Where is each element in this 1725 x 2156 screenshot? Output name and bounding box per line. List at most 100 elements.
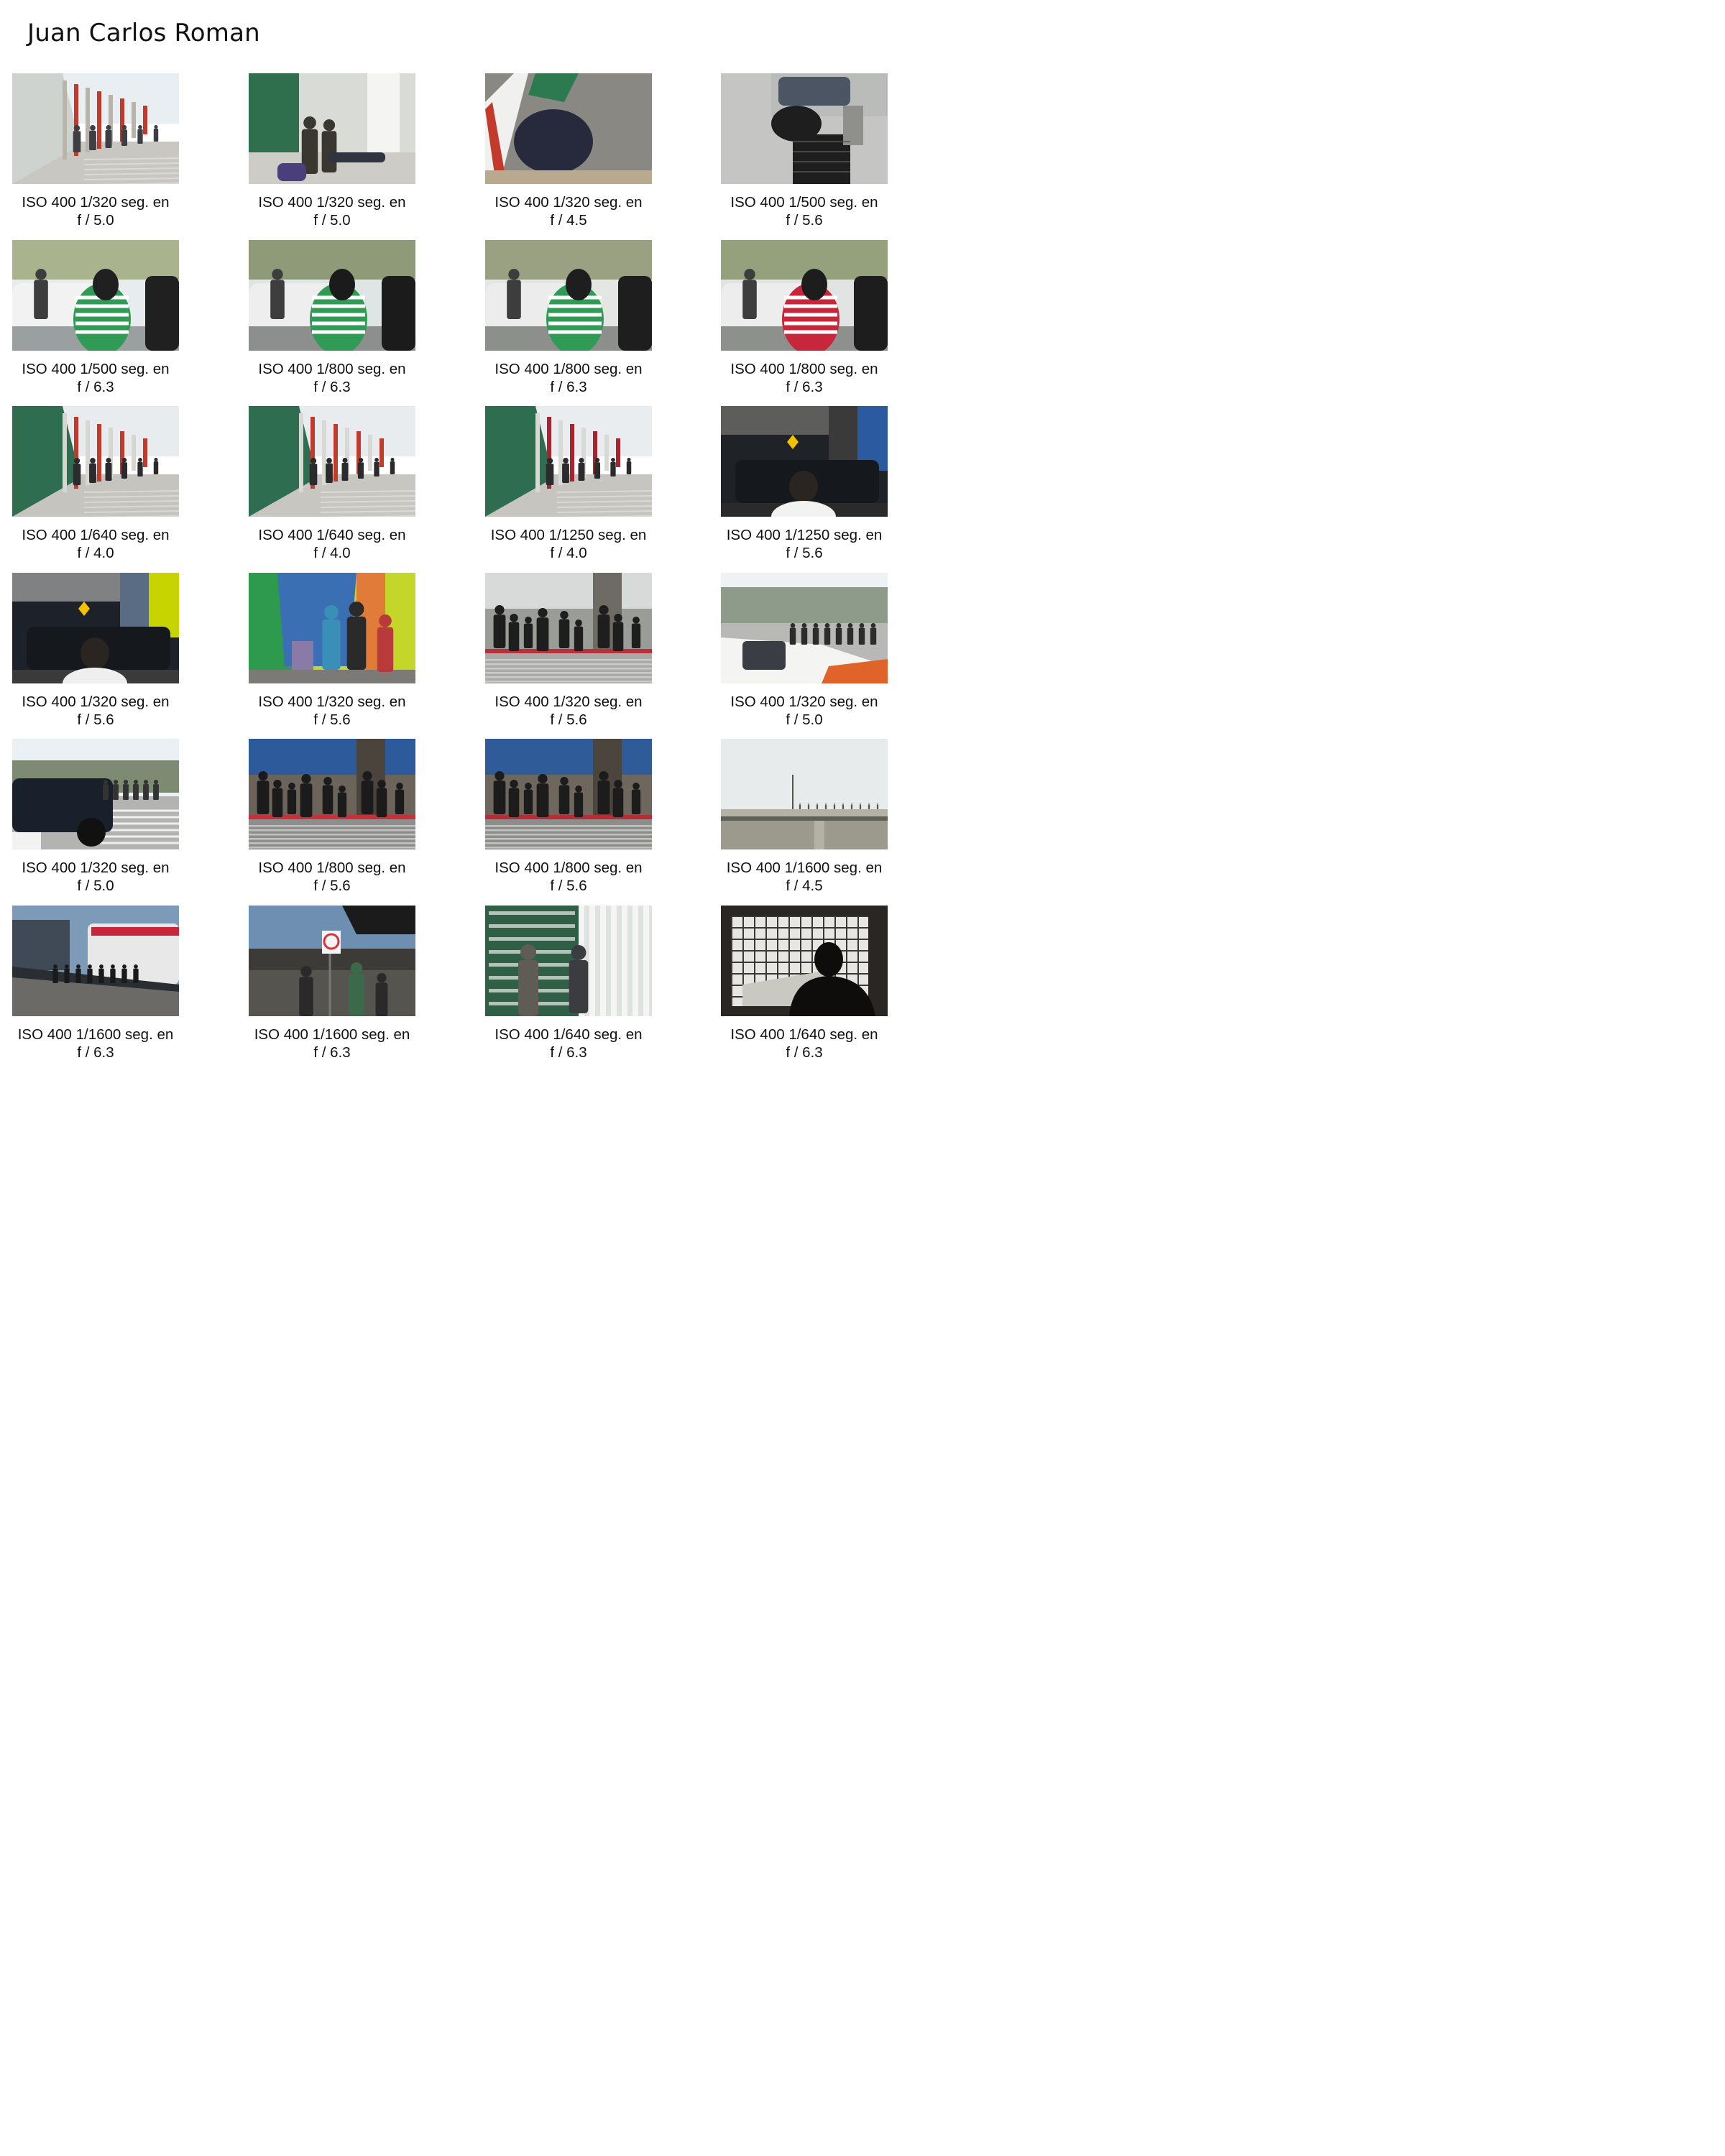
photo-image <box>721 739 888 849</box>
photo-image <box>12 573 179 683</box>
photo-caption: ISO 400 1/640 seg. en f / 4.0 <box>0 526 193 562</box>
caption-exposure: ISO 400 1/640 seg. en <box>22 527 170 543</box>
caption-exposure: ISO 400 1/800 seg. en <box>258 361 406 377</box>
caption-aperture: f / 5.6 <box>786 545 823 561</box>
photo-image <box>12 73 179 184</box>
photo-thumbnail[interactable] <box>12 573 179 683</box>
caption-exposure: ISO 400 1/320 seg. en <box>258 194 406 211</box>
photo-thumbnail[interactable] <box>12 906 179 1016</box>
photo-caption: ISO 400 1/320 seg. en f / 5.0 <box>234 193 430 229</box>
photo-thumbnail[interactable] <box>485 73 652 184</box>
photo-caption: ISO 400 1/320 seg. en f / 5.0 <box>0 193 193 229</box>
photo-thumbnail[interactable] <box>721 73 888 184</box>
photo-caption: ISO 400 1/800 seg. en f / 5.6 <box>471 859 666 895</box>
photo-caption: ISO 400 1/800 seg. en f / 5.6 <box>234 859 430 895</box>
photo-thumbnail[interactable] <box>12 240 179 351</box>
photo-thumbnail[interactable] <box>721 739 888 849</box>
photo-thumbnail[interactable] <box>12 406 179 517</box>
caption-aperture: f / 4.0 <box>313 545 351 561</box>
photo-thumbnail[interactable] <box>249 739 415 849</box>
caption-aperture: f / 5.6 <box>313 877 351 894</box>
photo-image <box>12 906 179 1016</box>
caption-exposure: ISO 400 1/640 seg. en <box>494 1026 643 1043</box>
caption-aperture: f / 5.6 <box>786 212 823 229</box>
photo-thumbnail[interactable] <box>249 906 415 1016</box>
photo-caption: ISO 400 1/320 seg. en f / 5.6 <box>0 693 193 729</box>
photo-image <box>249 573 415 683</box>
caption-aperture: f / 6.3 <box>786 1044 823 1061</box>
photo-thumbnail[interactable] <box>485 906 652 1016</box>
photo-caption: ISO 400 1/320 seg. en f / 5.6 <box>471 693 666 729</box>
caption-exposure: ISO 400 1/320 seg. en <box>494 194 643 211</box>
photo-caption: ISO 400 1/1600 seg. en f / 6.3 <box>234 1026 430 1061</box>
photo-image <box>485 240 652 351</box>
photo-image <box>249 739 415 849</box>
photo-image <box>12 240 179 351</box>
photo-caption: ISO 400 1/320 seg. en f / 5.0 <box>707 693 902 729</box>
photo-thumbnail[interactable] <box>485 406 652 517</box>
photo-thumbnail[interactable] <box>12 739 179 849</box>
caption-aperture: f / 6.3 <box>550 1044 587 1061</box>
photo-image <box>12 739 179 849</box>
photo-image <box>485 573 652 683</box>
photo-caption: ISO 400 1/1250 seg. en f / 5.6 <box>707 526 902 562</box>
caption-exposure: ISO 400 1/1250 seg. en <box>490 527 647 543</box>
caption-aperture: f / 6.3 <box>313 379 351 395</box>
photo-image <box>249 406 415 517</box>
caption-aperture: f / 6.3 <box>77 379 114 395</box>
photo-image <box>721 573 888 683</box>
caption-exposure: ISO 400 1/320 seg. en <box>494 694 643 710</box>
caption-aperture: f / 6.3 <box>313 1044 351 1061</box>
photo-caption: ISO 400 1/1250 seg. en f / 4.0 <box>471 526 666 562</box>
caption-aperture: f / 5.6 <box>550 877 587 894</box>
caption-exposure: ISO 400 1/320 seg. en <box>22 694 170 710</box>
caption-aperture: f / 5.0 <box>77 877 114 894</box>
caption-aperture: f / 5.0 <box>313 212 351 229</box>
caption-aperture: f / 6.3 <box>786 379 823 395</box>
caption-exposure: ISO 400 1/1600 seg. en <box>726 860 883 876</box>
caption-aperture: f / 4.0 <box>77 545 114 561</box>
photo-thumbnail[interactable] <box>721 240 888 351</box>
photo-thumbnail[interactable] <box>12 73 179 184</box>
contact-sheet: ISO 400 1/320 seg. en f / 5.0 ISO 400 1/32… <box>0 0 898 1123</box>
photo-thumbnail[interactable] <box>485 573 652 683</box>
caption-exposure: ISO 400 1/320 seg. en <box>22 860 170 876</box>
caption-aperture: f / 5.6 <box>550 711 587 728</box>
caption-exposure: ISO 400 1/640 seg. en <box>258 527 406 543</box>
photo-image <box>249 240 415 351</box>
caption-exposure: ISO 400 1/800 seg. en <box>730 361 878 377</box>
photo-caption: ISO 400 1/800 seg. en f / 6.3 <box>471 360 666 396</box>
photo-image <box>249 906 415 1016</box>
caption-aperture: f / 5.0 <box>77 212 114 229</box>
photo-caption: ISO 400 1/320 seg. en f / 4.5 <box>471 193 666 229</box>
caption-exposure: ISO 400 1/1600 seg. en <box>17 1026 174 1043</box>
photo-thumbnail[interactable] <box>721 406 888 517</box>
photo-image <box>721 406 888 517</box>
photo-caption: ISO 400 1/800 seg. en f / 6.3 <box>707 360 902 396</box>
photo-thumbnail[interactable] <box>485 739 652 849</box>
caption-aperture: f / 6.3 <box>550 379 587 395</box>
caption-exposure: ISO 400 1/800 seg. en <box>258 860 406 876</box>
photo-image <box>721 73 888 184</box>
caption-exposure: ISO 400 1/800 seg. en <box>494 361 643 377</box>
photo-thumbnail[interactable] <box>249 573 415 683</box>
photo-thumbnail[interactable] <box>721 906 888 1016</box>
caption-aperture: f / 6.3 <box>77 1044 114 1061</box>
caption-exposure: ISO 400 1/640 seg. en <box>730 1026 878 1043</box>
photo-thumbnail[interactable] <box>485 240 652 351</box>
caption-aperture: f / 5.6 <box>313 711 351 728</box>
caption-aperture: f / 4.5 <box>786 877 823 894</box>
photo-thumbnail[interactable] <box>249 406 415 517</box>
photo-caption: ISO 400 1/640 seg. en f / 6.3 <box>471 1026 666 1061</box>
caption-aperture: f / 5.6 <box>77 711 114 728</box>
photo-thumbnail[interactable] <box>249 73 415 184</box>
photo-caption: ISO 400 1/500 seg. en f / 5.6 <box>707 193 902 229</box>
caption-aperture: f / 5.0 <box>786 711 823 728</box>
photo-image <box>12 406 179 517</box>
photo-image <box>721 240 888 351</box>
photo-thumbnail[interactable] <box>721 573 888 683</box>
photo-caption: ISO 400 1/1600 seg. en f / 4.5 <box>707 859 902 895</box>
caption-aperture: f / 4.5 <box>550 212 587 229</box>
photo-thumbnail[interactable] <box>249 240 415 351</box>
photo-caption: ISO 400 1/640 seg. en f / 6.3 <box>707 1026 902 1061</box>
